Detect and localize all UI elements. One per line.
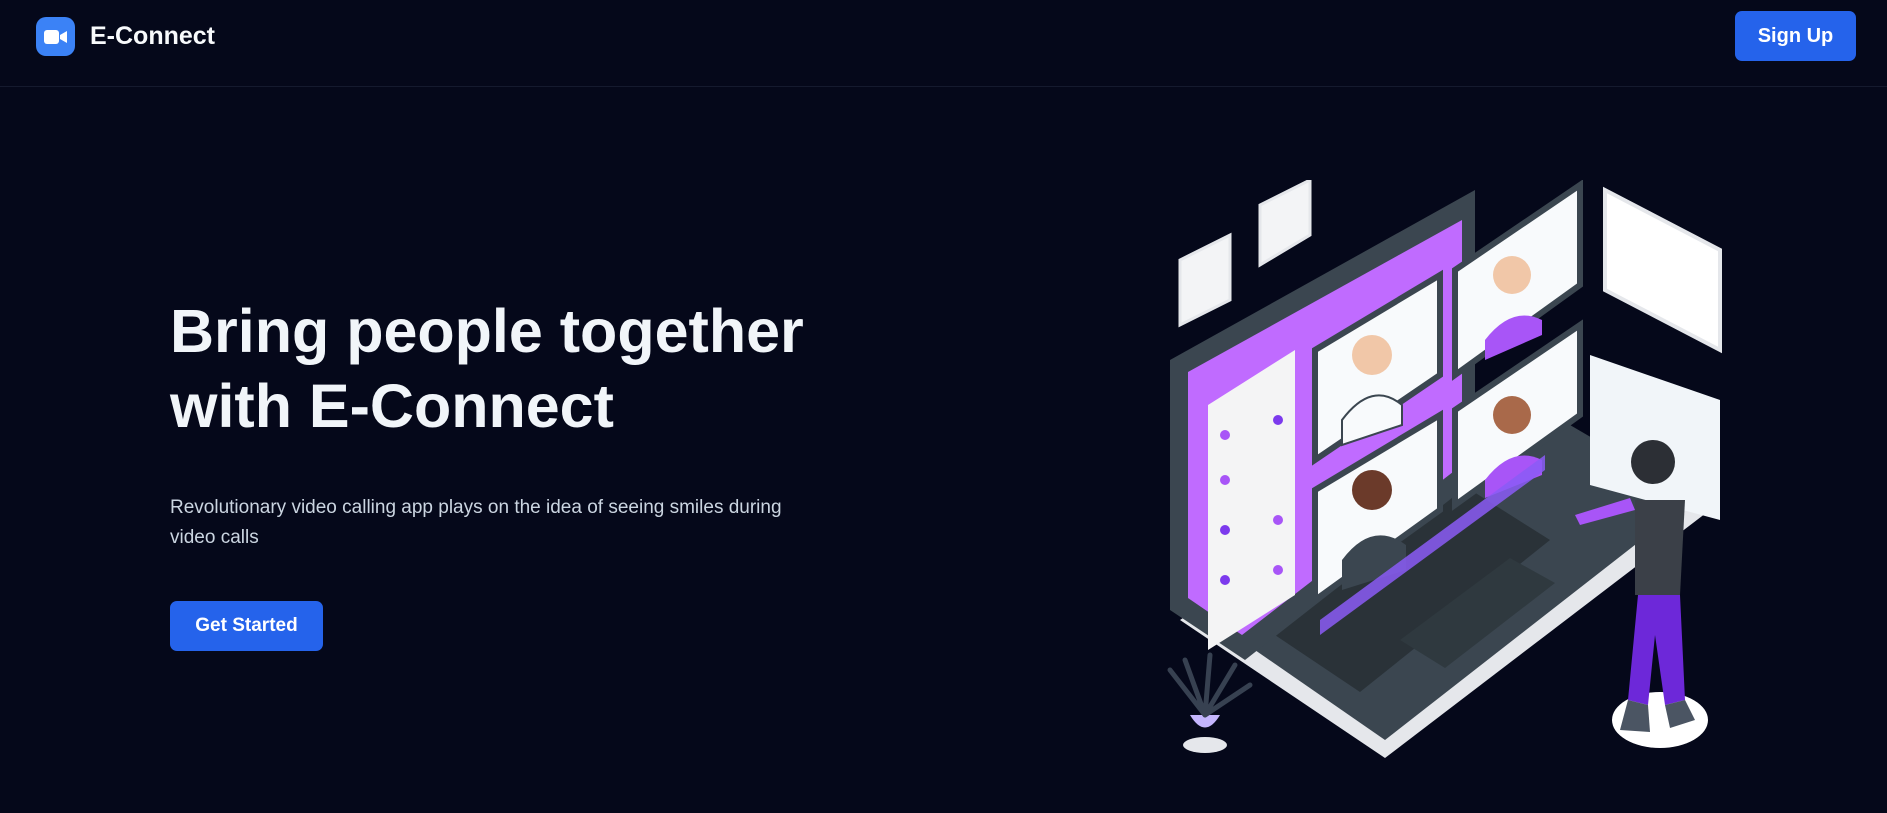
hero-title-line-1: Bring people together bbox=[170, 297, 804, 365]
get-started-button[interactable]: Get Started bbox=[170, 601, 323, 651]
top-navbar: E-Connect Sign Up bbox=[0, 0, 1887, 87]
wall-frame-1 bbox=[1178, 232, 1232, 328]
brand[interactable]: E-Connect bbox=[36, 17, 215, 56]
hero-subtitle: Revolutionary video calling app plays on… bbox=[170, 497, 782, 548]
hero-title-line-2: with E-Connect bbox=[170, 372, 614, 440]
brand-name: E-Connect bbox=[90, 22, 215, 50]
video-camera-icon bbox=[36, 17, 75, 56]
wall-window bbox=[1603, 186, 1722, 354]
video-call-illustration bbox=[1150, 177, 1730, 765]
sign-up-button[interactable]: Sign Up bbox=[1735, 11, 1856, 61]
wall-frame-2 bbox=[1258, 177, 1312, 268]
hero-title: Bring people together with E-Connect bbox=[170, 294, 810, 444]
